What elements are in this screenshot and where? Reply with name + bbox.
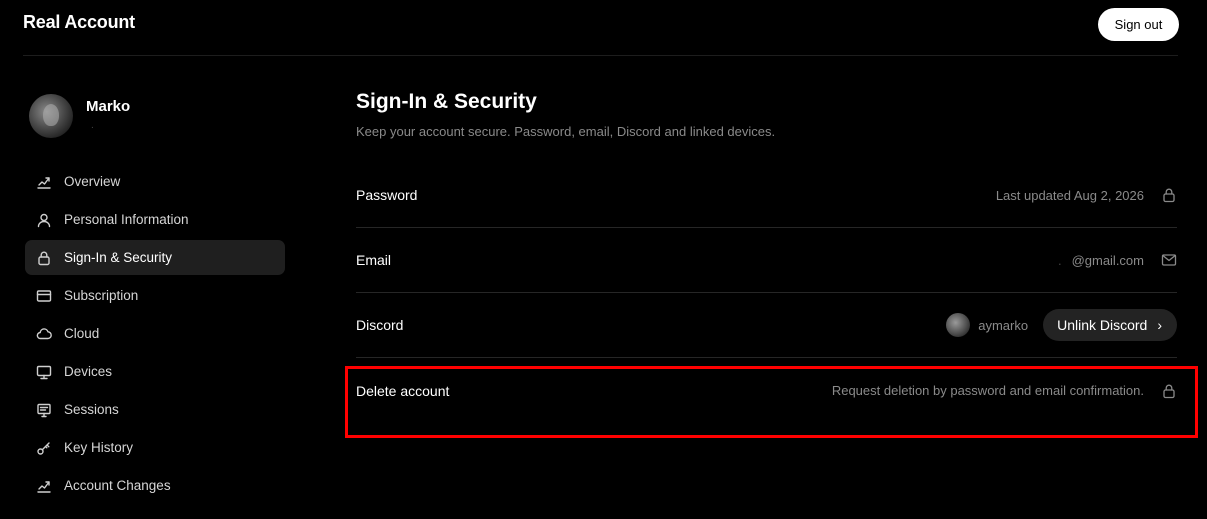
- card-icon: [36, 288, 52, 304]
- sidebar-item-label: Sessions: [64, 402, 119, 417]
- delete-account-description: Request deletion by password and email c…: [831, 383, 1144, 398]
- lock-icon: [1161, 383, 1177, 399]
- sign-out-button[interactable]: Sign out: [1098, 8, 1179, 41]
- email-row[interactable]: Email . @gmail.com: [356, 228, 1177, 293]
- unlink-discord-label: Unlink Discord: [1057, 317, 1148, 333]
- page-title: Sign-In & Security: [356, 90, 537, 113]
- discord-avatar: [946, 313, 971, 337]
- delete-account-row[interactable]: Delete account Request deletion by passw…: [356, 358, 1177, 423]
- lock-icon: [36, 250, 52, 266]
- chart-icon: [36, 478, 52, 494]
- sidebar-item-sign-in-security[interactable]: Sign-In & Security: [25, 240, 285, 275]
- sidebar-item-subscription[interactable]: Subscription: [25, 278, 285, 313]
- sidebar-item-label: Subscription: [64, 288, 139, 303]
- discord-row: Discord aymarko Unlink Discord ›: [356, 293, 1177, 358]
- sidebar-nav: Overview Personal Information Sign-In & …: [25, 164, 285, 506]
- user-icon: [36, 212, 52, 228]
- top-header: Real Account Sign out: [0, 0, 1207, 56]
- sidebar-item-label: Devices: [64, 364, 113, 379]
- sessions-icon: [36, 402, 52, 418]
- sidebar-item-label: Overview: [64, 174, 121, 189]
- avatar: [29, 94, 73, 138]
- email-value: @gmail.com: [1071, 252, 1144, 268]
- app-title: Real Account: [23, 12, 135, 32]
- password-last-updated: Last updated Aug 2, 2026: [995, 187, 1144, 203]
- discord-label: Discord: [356, 317, 404, 333]
- chart-icon: [36, 174, 52, 190]
- sidebar-item-key-history[interactable]: Key History: [25, 430, 285, 465]
- cloud-icon: [36, 326, 52, 342]
- sidebar-item-label: Personal Information: [64, 212, 189, 227]
- profile-name: Marko: [86, 98, 131, 115]
- discord-username: aymarko: [978, 317, 1029, 333]
- password-label: Password: [356, 187, 418, 203]
- sidebar-item-label: Key History: [64, 440, 134, 455]
- key-icon: [36, 440, 52, 456]
- delete-account-label: Delete account: [356, 382, 450, 399]
- sidebar-item-account-changes[interactable]: Account Changes: [25, 468, 285, 503]
- page-description: Keep your account secure. Password, emai…: [356, 124, 776, 139]
- email-masked-prefix: .: [1057, 252, 1062, 268]
- mail-icon: [1161, 252, 1177, 268]
- sidebar-item-devices[interactable]: Devices: [25, 354, 285, 389]
- profile-subtitle: .: [91, 120, 94, 131]
- email-label: Email: [356, 252, 392, 268]
- sidebar-item-label: Sign-In & Security: [64, 250, 173, 265]
- sidebar-item-label: Account Changes: [64, 478, 171, 493]
- sidebar-item-personal-information[interactable]: Personal Information: [25, 202, 285, 237]
- sidebar-item-sessions[interactable]: Sessions: [25, 392, 285, 427]
- main-content: Sign-In & Security Keep your account sec…: [356, 90, 1177, 423]
- sidebar-item-label: Cloud: [64, 326, 100, 341]
- chevron-right-icon: ›: [1157, 317, 1162, 333]
- sidebar-item-cloud[interactable]: Cloud: [25, 316, 285, 351]
- monitor-icon: [36, 364, 52, 380]
- header-divider: [23, 55, 1178, 56]
- password-row[interactable]: Password Last updated Aug 2, 2026: [356, 163, 1177, 228]
- lock-icon: [1161, 187, 1177, 203]
- sidebar-item-overview[interactable]: Overview: [25, 164, 285, 199]
- unlink-discord-button[interactable]: Unlink Discord ›: [1043, 309, 1177, 341]
